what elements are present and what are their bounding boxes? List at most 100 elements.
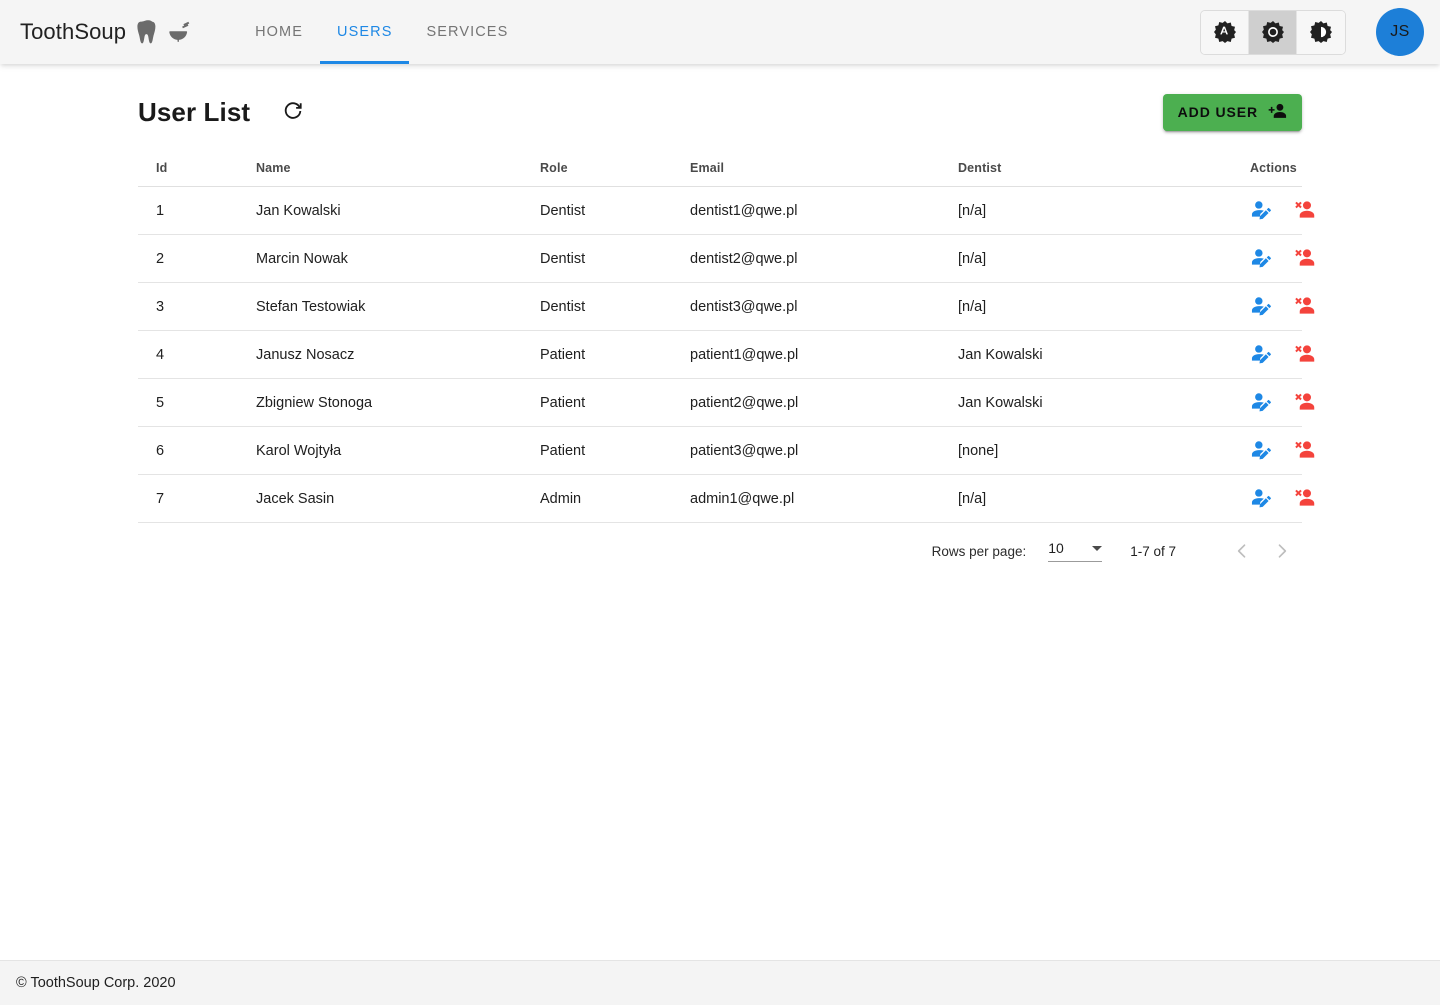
cell-actions: [1188, 426, 1315, 475]
cell-role: Admin: [540, 474, 690, 523]
cell-role: Dentist: [540, 186, 690, 235]
cell-id: 3: [138, 282, 256, 331]
cell-email: dentist3@qwe.pl: [690, 282, 958, 331]
cell-actions: [1188, 330, 1315, 379]
cell-dentist: Jan Kowalski: [958, 378, 1188, 427]
cell-email: patient2@qwe.pl: [690, 378, 958, 427]
cell-actions: [1188, 378, 1315, 427]
column-header-email[interactable]: Email: [690, 151, 958, 187]
nav-tab-users[interactable]: USERS: [320, 0, 410, 64]
cell-id: 5: [138, 378, 256, 427]
edit-user-button[interactable]: [1250, 248, 1273, 269]
edit-user-icon: [1250, 248, 1273, 269]
delete-user-icon: [1293, 248, 1316, 269]
row-actions: [1250, 488, 1315, 509]
previous-page-button[interactable]: [1222, 531, 1262, 571]
row-actions: [1250, 344, 1315, 365]
delete-user-button[interactable]: [1293, 488, 1316, 509]
edit-user-button[interactable]: [1250, 488, 1273, 509]
cell-email: patient1@qwe.pl: [690, 330, 958, 379]
person-add-icon: [1267, 102, 1287, 123]
cell-email: patient3@qwe.pl: [690, 426, 958, 475]
table-row: 3 Stefan Testowiak Dentist dentist3@qwe.pl[…: [138, 282, 1315, 331]
delete-user-button[interactable]: [1293, 296, 1316, 317]
cell-role: Patient: [540, 378, 690, 427]
cell-dentist: [n/a]: [958, 282, 1188, 331]
delete-user-button[interactable]: [1293, 200, 1316, 221]
avatar[interactable]: JS: [1376, 8, 1424, 56]
cell-actions: [1188, 474, 1315, 523]
add-user-button[interactable]: ADD USER: [1162, 93, 1302, 131]
theme-auto-button[interactable]: [1201, 10, 1249, 54]
row-actions: [1250, 392, 1315, 413]
page-header: User List ADD USER: [138, 86, 1302, 138]
paginator: Rows per page: 10 1-7 of 7: [138, 523, 1302, 579]
edit-user-button[interactable]: [1250, 296, 1273, 317]
rows-per-page-select[interactable]: 10: [1048, 540, 1103, 562]
theme-dark-button[interactable]: [1297, 10, 1345, 54]
column-header-name[interactable]: Name: [256, 151, 540, 187]
delete-user-button[interactable]: [1293, 344, 1316, 365]
next-page-button[interactable]: [1262, 531, 1302, 571]
brand[interactable]: ToothSoup: [20, 19, 192, 45]
delete-user-icon: [1293, 296, 1316, 317]
pagination-range-label: 1-7 of 7: [1130, 543, 1176, 559]
table-row: 1 Jan Kowalski Dentist dentist1@qwe.pl [n/a]: [138, 186, 1315, 235]
brand-icons: [136, 19, 192, 45]
row-actions: [1250, 200, 1315, 221]
edit-user-icon: [1250, 440, 1273, 461]
main-nav: HOME USERS SERVICES: [238, 0, 525, 64]
cell-id: 6: [138, 426, 256, 475]
edit-user-button[interactable]: [1250, 200, 1273, 221]
cell-dentist: [none]: [958, 426, 1188, 475]
delete-user-icon: [1293, 200, 1316, 221]
cell-name: Stefan Testowiak: [256, 282, 540, 331]
users-table-body: 1 Jan Kowalski Dentist dentist1@qwe.pl [n/a]…: [138, 186, 1315, 523]
edit-user-button[interactable]: [1250, 440, 1273, 461]
chevron-left-icon: [1232, 541, 1252, 561]
cell-name: Jacek Sasin: [256, 474, 540, 523]
cell-actions: [1188, 282, 1315, 331]
delete-user-button[interactable]: [1293, 248, 1316, 269]
cell-name: Janusz Nosacz: [256, 330, 540, 379]
edit-user-icon: [1250, 344, 1273, 365]
cell-actions: [1188, 234, 1315, 283]
brightness-high-icon: [1261, 21, 1284, 43]
edit-user-button[interactable]: [1250, 344, 1273, 365]
tooth-icon: [136, 19, 160, 45]
edit-user-button[interactable]: [1250, 392, 1273, 413]
app-header: ToothSoup HOME USERS SERVICES JS: [0, 0, 1440, 64]
delete-user-button[interactable]: [1293, 392, 1316, 413]
delete-user-button[interactable]: [1293, 440, 1316, 461]
cell-role: Patient: [540, 426, 690, 475]
theme-light-button[interactable]: [1249, 10, 1297, 54]
soup-bowl-icon: [166, 21, 192, 43]
content-container: User List ADD USER Id Name Role Email De…: [138, 64, 1315, 579]
refresh-icon: [282, 100, 304, 125]
cell-id: 1: [138, 186, 256, 235]
app-root: ToothSoup HOME USERS SERVICES JS User Li…: [0, 0, 1440, 1005]
edit-user-icon: [1250, 296, 1273, 317]
column-header-id[interactable]: Id: [138, 151, 256, 187]
rows-per-page-label: Rows per page:: [931, 543, 1027, 559]
brightness-auto-icon: [1213, 21, 1236, 43]
cell-role: Patient: [540, 330, 690, 379]
add-user-label: ADD USER: [1177, 104, 1258, 120]
column-header-role[interactable]: Role: [540, 151, 690, 187]
cell-email: admin1@qwe.pl: [690, 474, 958, 523]
column-header-actions: Actions: [1188, 151, 1302, 187]
table-row: 6 Karol Wojtyła Patient patient3@qwe.pl [non…: [138, 426, 1315, 475]
theme-toggle-group: [1200, 9, 1346, 55]
table-header-row: Id Name Role Email Dentist Actions: [138, 151, 1302, 187]
chevron-right-icon: [1272, 541, 1292, 561]
table-row: 7 Jacek Sasin Admin admin1@qwe.pl [n/a]: [138, 474, 1315, 523]
nav-tab-home[interactable]: HOME: [238, 0, 320, 64]
cell-id: 2: [138, 234, 256, 283]
refresh-button[interactable]: [276, 95, 310, 129]
cell-name: Zbigniew Stonoga: [256, 378, 540, 427]
main-content: User List ADD USER Id Name Role Email De…: [0, 64, 1440, 960]
column-header-dentist[interactable]: Dentist: [958, 151, 1188, 187]
table-row: 2 Marcin Nowak Dentist dentist2@qwe.pl [n/a]: [138, 234, 1315, 283]
nav-tab-services[interactable]: SERVICES: [409, 0, 525, 64]
edit-user-icon: [1250, 392, 1273, 413]
